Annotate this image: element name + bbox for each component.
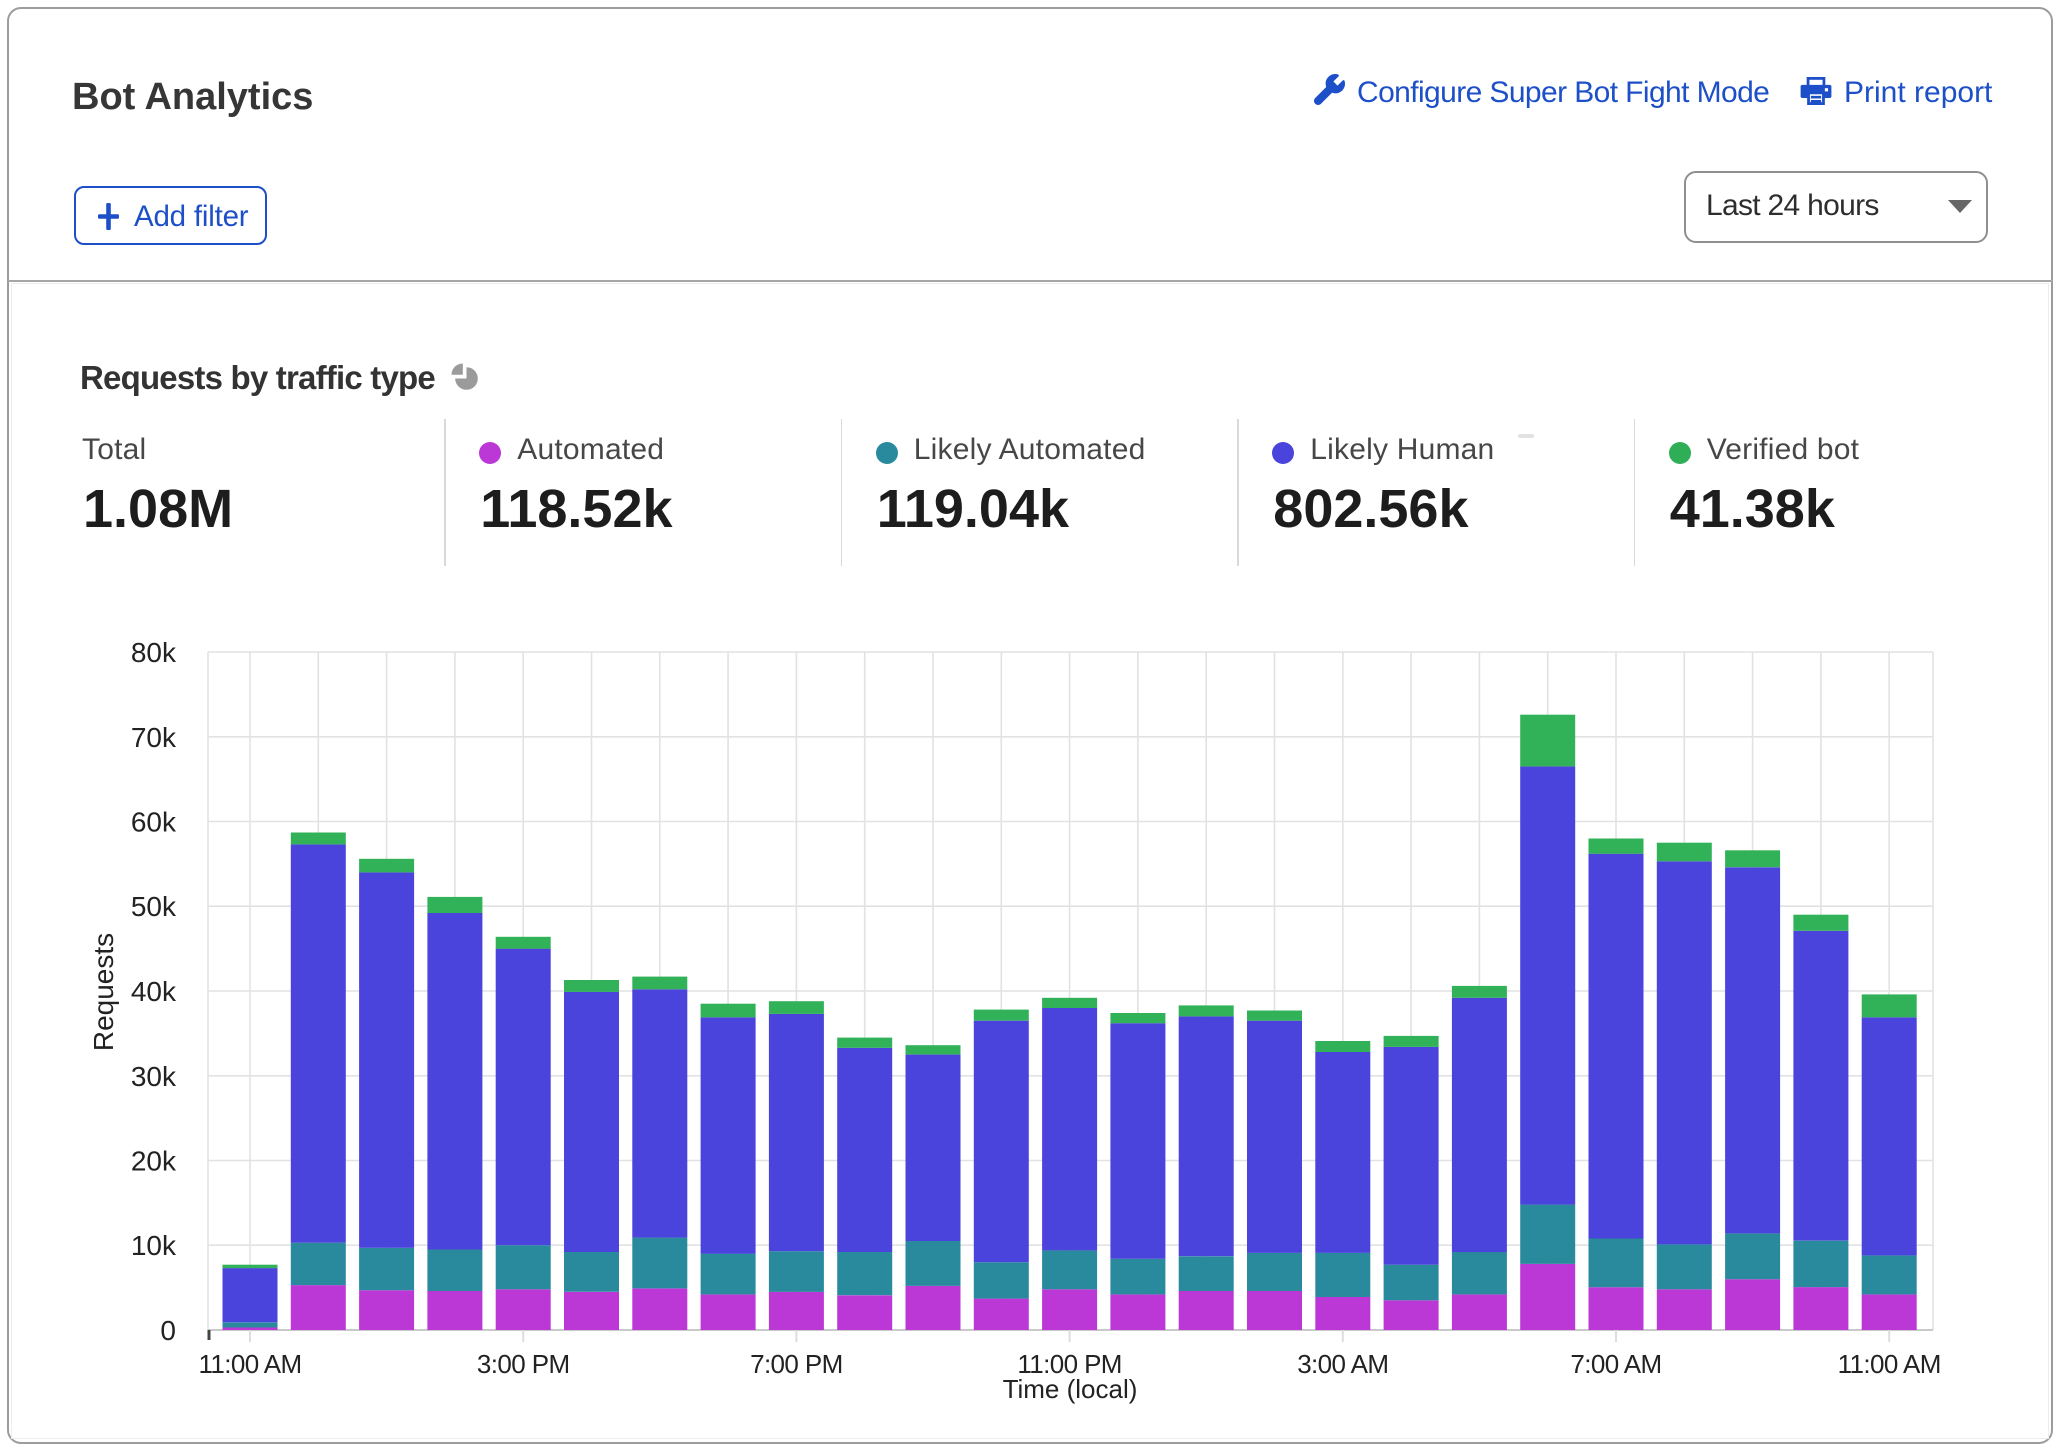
svg-text:30k: 30k bbox=[131, 1061, 177, 1092]
svg-text:60k: 60k bbox=[131, 807, 177, 838]
svg-text:Time (local): Time (local) bbox=[1003, 1374, 1138, 1404]
svg-text:Requests: Requests bbox=[88, 933, 119, 1051]
svg-text:40k: 40k bbox=[131, 976, 177, 1007]
svg-text:11:00 AM: 11:00 AM bbox=[1838, 1349, 1941, 1379]
svg-text:3:00 AM: 3:00 AM bbox=[1297, 1349, 1388, 1379]
svg-text:3:00 PM: 3:00 PM bbox=[477, 1349, 570, 1379]
svg-text:10k: 10k bbox=[131, 1230, 177, 1261]
svg-text:50k: 50k bbox=[131, 891, 177, 922]
svg-text:7:00 AM: 7:00 AM bbox=[1570, 1349, 1661, 1379]
svg-text:70k: 70k bbox=[131, 722, 177, 753]
svg-text:0: 0 bbox=[160, 1315, 176, 1346]
svg-text:20k: 20k bbox=[131, 1146, 177, 1177]
svg-text:80k: 80k bbox=[131, 637, 177, 668]
svg-text:7:00 PM: 7:00 PM bbox=[750, 1349, 843, 1379]
svg-text:11:00 AM: 11:00 AM bbox=[198, 1349, 301, 1379]
